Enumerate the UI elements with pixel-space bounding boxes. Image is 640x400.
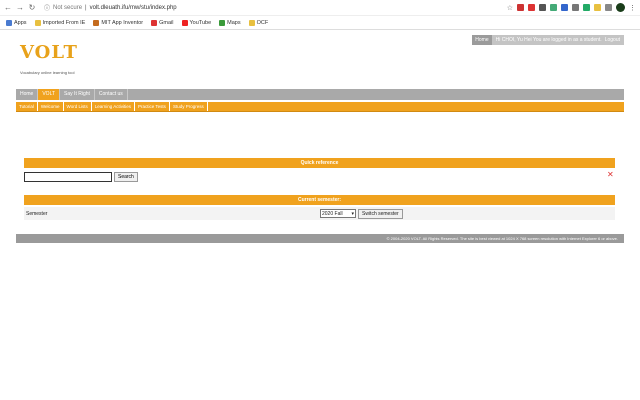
bookmark-label: Apps <box>14 19 27 26</box>
forward-icon[interactable]: → <box>16 3 24 13</box>
extension-icon[interactable] <box>594 4 601 11</box>
semester-select[interactable]: 2020 Fall ▾ <box>320 209 356 218</box>
extension-icon[interactable] <box>550 4 557 11</box>
star-icon[interactable]: ☆ <box>507 4 513 12</box>
semester-label: Semester <box>26 210 48 217</box>
bookmark-item[interactable]: YouTube <box>181 19 212 26</box>
current-semester-header: Current semester: <box>24 195 615 205</box>
bookmark-item[interactable]: Gmail <box>151 19 174 26</box>
site-footer: © 2004-2020 VOLT. All Rights Reserved. T… <box>16 234 624 243</box>
bookmark-icon <box>6 19 12 26</box>
site-header: VOLT Vocabulary online learning tool Hom… <box>0 30 640 85</box>
bookmark-icon <box>93 19 100 26</box>
bookmark-item[interactable]: Maps <box>219 19 241 26</box>
bookmark-label: MIT App Inventor <box>101 19 144 26</box>
logo-tagline: Vocabulary online learning tool <box>20 70 75 75</box>
extension-icon[interactable] <box>605 4 612 11</box>
user-greeting: Hi CHOI, Yu Hei You are logged in as a s… <box>491 35 624 45</box>
greeting-text: Hi CHOI, Yu Hei You are logged in as a s… <box>495 37 602 43</box>
bookmark-icon <box>248 19 255 26</box>
security-label: Not secure <box>53 4 83 11</box>
profile-avatar[interactable] <box>616 3 625 12</box>
bookmark-item[interactable]: Imported From IE <box>34 19 86 26</box>
bookmark-icon <box>34 19 41 26</box>
extension-icon[interactable] <box>539 4 546 11</box>
subnav-welcome[interactable]: Welcome <box>38 102 64 111</box>
semester-selected: 2020 Fall <box>322 210 343 217</box>
site-page: VOLT Vocabulary online learning tool Hom… <box>0 30 640 400</box>
user-bar: Home Hi CHOI, Yu Hei You are logged in a… <box>472 35 624 45</box>
bookmark-item[interactable]: MIT App Inventor <box>93 19 144 26</box>
logout-link[interactable]: Logout <box>605 37 620 43</box>
extension-icon[interactable] <box>528 4 535 11</box>
bookmark-item[interactable]: Apps <box>6 19 27 26</box>
back-icon[interactable]: ← <box>4 3 12 13</box>
subnav-word-lists[interactable]: Word Lists <box>64 102 92 111</box>
quick-reference-header: Quick reference <box>24 158 615 168</box>
chevron-down-icon: ▾ <box>351 210 354 217</box>
mainnav-home[interactable]: Home <box>16 89 39 100</box>
mainnav-contact-us[interactable]: Contact us <box>95 89 128 100</box>
browser-toolbar: ← → ↻ ⓘ Not secure | volt.dleuath.ifu/mw… <box>0 0 640 16</box>
info-icon: ⓘ <box>44 6 51 12</box>
bookmarks-bar: Apps Imported From IE MIT App Inventor Gmai… <box>0 16 640 30</box>
mainnav-volt[interactable]: VOLT <box>38 89 61 100</box>
subnav-practice-tests[interactable]: Practice Tests <box>135 102 170 111</box>
extension-icon[interactable] <box>517 4 524 11</box>
semester-row: Semester 2020 Fall ▾ Switch semester <box>24 207 615 220</box>
bookmark-label: Imported From IE <box>42 19 86 26</box>
bookmark-label: YouTube <box>189 19 212 26</box>
extension-icon[interactable] <box>561 4 568 11</box>
extension-icon[interactable] <box>572 4 579 11</box>
bookmark-label: Gmail <box>159 19 174 26</box>
close-icon[interactable]: ✕ <box>607 171 614 179</box>
address-bar[interactable]: ⓘ Not secure | volt.dleuath.ifu/mw/stu/i… <box>44 3 177 13</box>
volt-logo[interactable]: VOLT <box>20 42 78 63</box>
reload-icon[interactable]: ↻ <box>28 3 36 13</box>
search-button[interactable]: Search <box>114 172 138 182</box>
extension-icon[interactable] <box>583 4 590 11</box>
url-text: volt.dleuath.ifu/mw/stu/index.php <box>89 4 177 11</box>
menu-icon[interactable]: ⋮ <box>629 4 636 12</box>
bookmark-icon <box>151 19 158 26</box>
subnav-study-progress[interactable]: Study Progress <box>170 102 208 111</box>
search-input[interactable] <box>24 172 112 182</box>
switch-semester-button[interactable]: Switch semester <box>358 208 403 219</box>
extensions: ☆ ⋮ <box>507 3 636 12</box>
sub-nav: Tutorial Welcome Word Lists Learning Act… <box>16 102 624 112</box>
bookmark-label: OCF <box>256 19 269 26</box>
bookmark-icon <box>181 19 188 26</box>
bookmark-label: Maps <box>227 19 241 26</box>
bookmark-icon <box>219 19 226 26</box>
mainnav-say-it-right[interactable]: Say It Right <box>60 89 95 100</box>
subnav-tutorial[interactable]: Tutorial <box>16 102 38 111</box>
main-nav: Home VOLT Say It Right Contact us <box>16 89 624 100</box>
bookmark-item[interactable]: OCF <box>248 19 269 26</box>
quick-reference-search: Search <box>24 172 138 182</box>
subnav-learning-activities[interactable]: Learning Activities <box>92 102 135 111</box>
userbar-home-link[interactable]: Home <box>472 35 492 45</box>
